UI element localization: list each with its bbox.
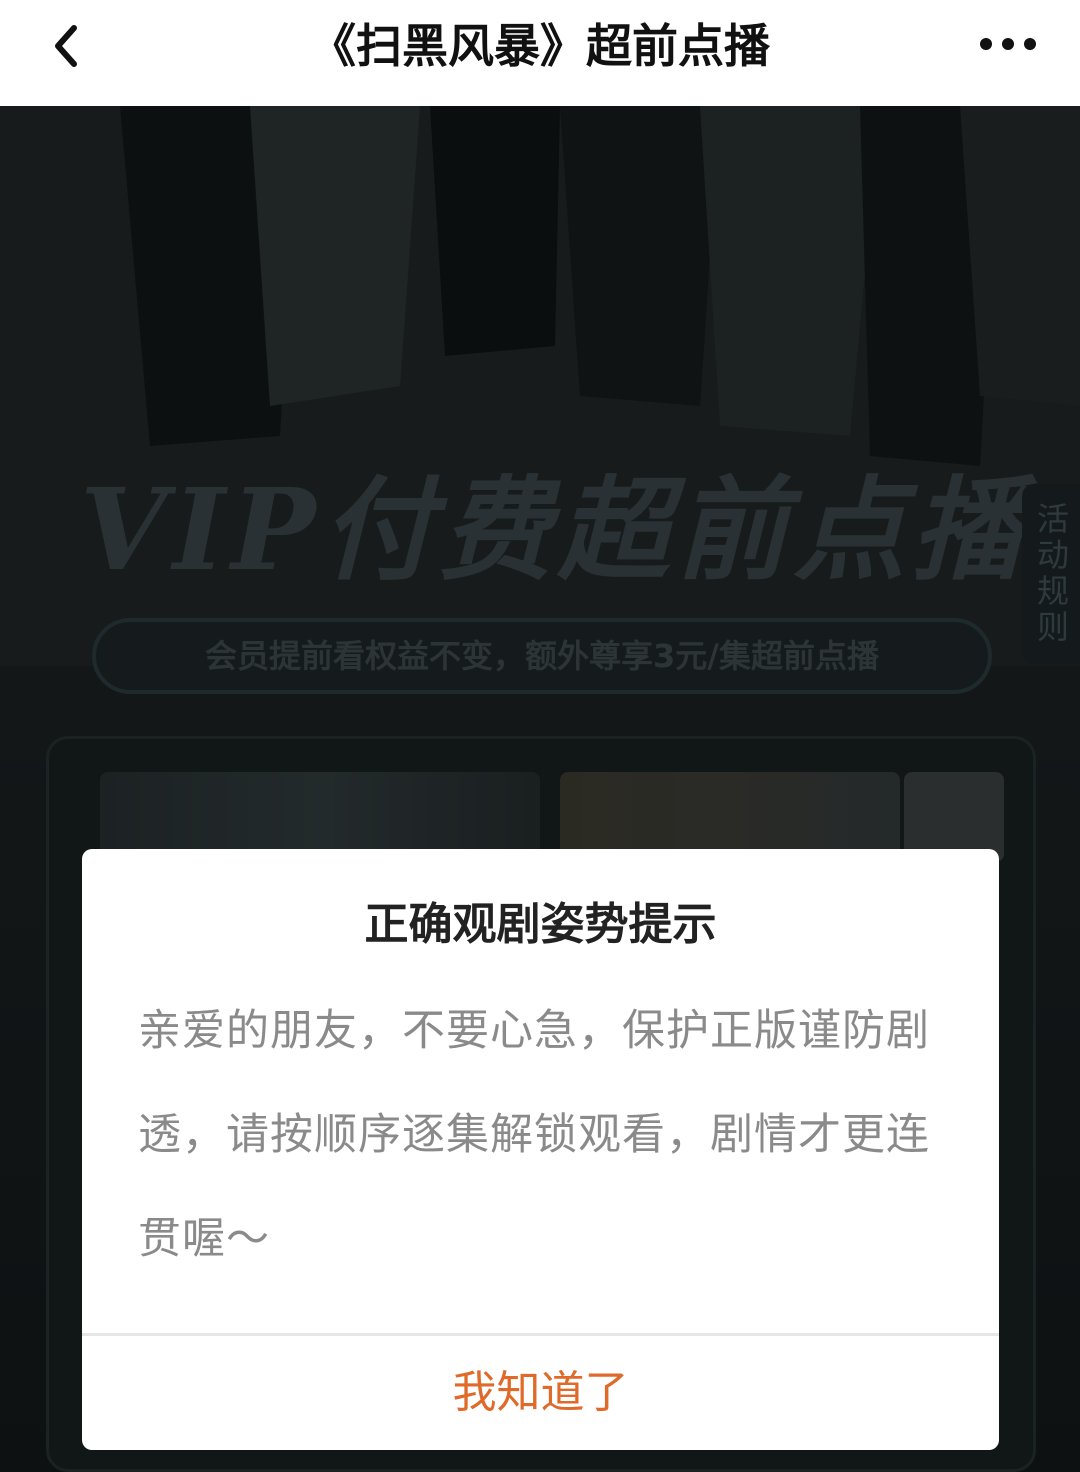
dialog-message: 亲爱的朋友，不要心急，保护正版谨防剧透，请按顺序逐集解锁观看，剧情才更连贯喔～ bbox=[138, 1006, 930, 1264]
tip-dialog: 正确观剧姿势提示 亲爱的朋友，不要心急，保护正版谨防剧透，请按顺序逐集解锁观看，… bbox=[82, 849, 999, 1450]
dialog-title: 正确观剧姿势提示 bbox=[364, 899, 717, 950]
page-title: 《扫黑风暴》超前点播 bbox=[310, 19, 770, 73]
promo-pill: 会员提前看权益不变，额外尊享3元/集超前点播 bbox=[92, 618, 992, 694]
more-dots-icon[interactable] bbox=[978, 32, 1038, 56]
activity-rules-label: 活动规则 bbox=[1032, 502, 1070, 646]
chevron-left-icon[interactable] bbox=[44, 22, 92, 70]
top-nav-bar: 《扫黑风暴》超前点播 bbox=[0, 0, 1080, 106]
confirm-button[interactable]: 我知道了 bbox=[82, 1336, 999, 1450]
promo-text: 会员提前看权益不变，额外尊享3元/集超前点播 bbox=[205, 637, 879, 675]
activity-rules-tab[interactable]: 活动规则 bbox=[1022, 484, 1080, 664]
vip-banner-title: VIP付费超前点播 bbox=[80, 465, 1030, 596]
